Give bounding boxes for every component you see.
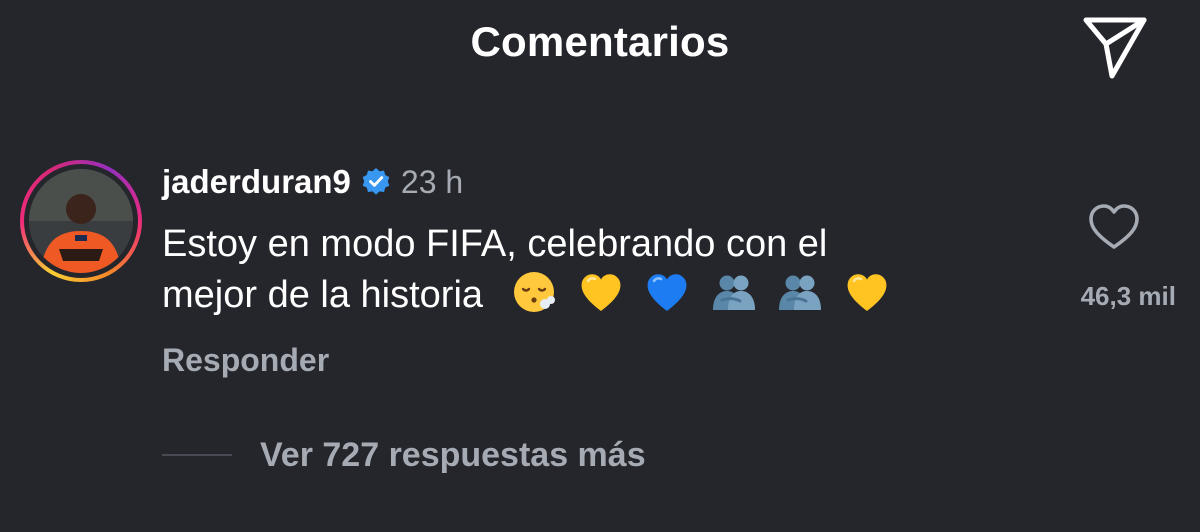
verified-badge-icon (362, 168, 390, 195)
comment-text: Estoy en modo FIFA, celebrando con el me… (162, 220, 992, 319)
people-hugging-icon (779, 275, 822, 310)
yellow-heart-icon (581, 274, 621, 311)
view-replies-button[interactable]: Ver 727 respuestas más (162, 432, 646, 478)
page-title: Comentarios (470, 18, 730, 65)
blue-heart-icon (647, 274, 687, 311)
comment: jaderduran9 23 h Estoy en modo FIFA, cel… (0, 150, 1200, 400)
yellow-heart-icon (847, 274, 887, 311)
username[interactable]: jaderduran9 (162, 163, 351, 201)
story-ring[interactable] (20, 160, 142, 282)
comment-header: jaderduran9 23 h (162, 162, 463, 202)
heart-icon[interactable] (1086, 200, 1142, 256)
send-icon[interactable] (1078, 14, 1150, 80)
view-replies-label: Ver 727 respuestas más (260, 435, 646, 474)
comment-text-line-1: Estoy en modo FIFA, celebrando con el (162, 223, 828, 265)
comment-time: 23 h (400, 163, 464, 200)
face-exhaling-icon (514, 272, 556, 312)
avatar-photo (29, 169, 133, 273)
people-hugging-icon (712, 275, 755, 310)
header: Comentarios (0, 0, 1200, 96)
avatar[interactable] (29, 169, 133, 273)
like-count: 46,3 mil (1080, 281, 1176, 311)
reply-button[interactable]: Responder (162, 342, 329, 379)
replies-divider (162, 454, 232, 456)
comment-text-line-2: mejor de la historia (162, 274, 484, 316)
